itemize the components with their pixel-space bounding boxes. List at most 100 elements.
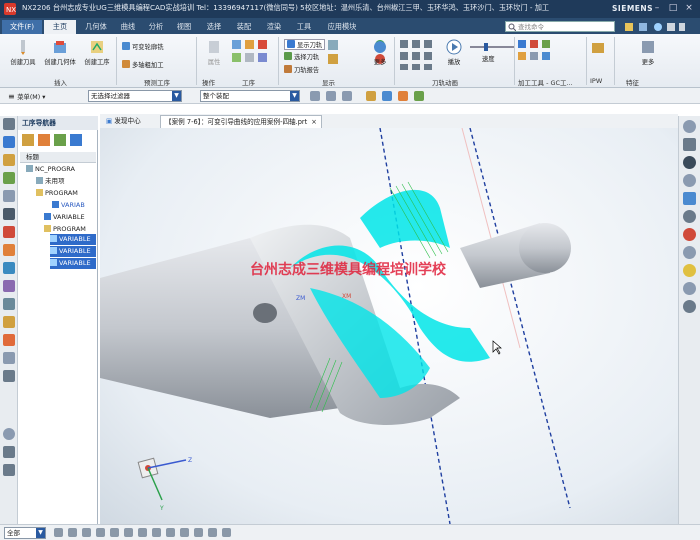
- tab-render[interactable]: 渲染: [260, 20, 288, 34]
- status-tool-icon[interactable]: [208, 528, 217, 537]
- snap-icon[interactable]: [342, 91, 352, 101]
- resource-icon[interactable]: [3, 352, 15, 364]
- snap-icon[interactable]: [414, 91, 424, 101]
- status-tool-icon[interactable]: [68, 528, 77, 537]
- resource-icon[interactable]: [3, 154, 15, 166]
- resource-icon[interactable]: [3, 190, 15, 202]
- resource-icon[interactable]: [3, 208, 15, 220]
- selection-scope-dropdown[interactable]: 全部 ▼: [4, 527, 46, 539]
- status-tool-icon[interactable]: [96, 528, 105, 537]
- resource-icon[interactable]: [3, 370, 15, 382]
- menu-button[interactable]: ≡ 菜单(M) ▾: [8, 92, 45, 101]
- view-tool-icon[interactable]: [683, 246, 696, 259]
- view-tool-icon[interactable]: [683, 300, 696, 313]
- select-toolpath-button[interactable]: 选择刀轨: [284, 52, 319, 61]
- tree-item-selected[interactable]: VARIABLE: [50, 258, 96, 269]
- close-tab-icon[interactable]: ×: [311, 118, 317, 126]
- toolpath-report-button[interactable]: 刀轨报告: [284, 65, 319, 74]
- resource-icon[interactable]: [3, 262, 15, 274]
- tab-curve[interactable]: 曲线: [114, 20, 142, 34]
- operation-icons[interactable]: [232, 40, 272, 72]
- resource-icon[interactable]: [3, 316, 15, 328]
- selection-filter-dropdown[interactable]: 无选择过滤器 ▼: [88, 90, 182, 102]
- status-tool-icon[interactable]: [54, 528, 63, 537]
- tab-part-file[interactable]: 【案例 7-6】：可变引导曲线的应用案例-四轴.prt ×: [160, 115, 322, 128]
- animation-controls[interactable]: [400, 40, 444, 70]
- tab-analysis[interactable]: 分析: [142, 20, 170, 34]
- resource-icon[interactable]: [3, 334, 15, 346]
- play-button[interactable]: 播放: [444, 39, 464, 66]
- resource-icon[interactable]: [3, 118, 15, 130]
- view-tool-icon[interactable]: [683, 210, 696, 223]
- status-tool-icon[interactable]: [180, 528, 189, 537]
- resource-icon[interactable]: [3, 298, 15, 310]
- tree-item-selected[interactable]: VARIABLE: [50, 246, 96, 257]
- speed-slider[interactable]: [470, 43, 514, 51]
- view-triad[interactable]: Z Y: [137, 457, 192, 512]
- command-search-input[interactable]: 查找命令: [505, 21, 615, 32]
- status-tool-icon[interactable]: [222, 528, 231, 537]
- resource-icon[interactable]: [3, 136, 15, 148]
- status-tool-icon[interactable]: [124, 528, 133, 537]
- multi-axis-rough-button[interactable]: 多轴粗加工: [122, 60, 163, 69]
- view-tool-icon[interactable]: [683, 282, 696, 295]
- tab-assembly[interactable]: 装配: [230, 20, 258, 34]
- tab-home[interactable]: 主页: [44, 20, 76, 34]
- close-icon[interactable]: ×: [682, 2, 696, 15]
- more-feature-button[interactable]: 更多: [638, 39, 658, 66]
- variable-contour-button[interactable]: 可变轮廓铣: [122, 42, 163, 51]
- maximize-icon[interactable]: □: [666, 2, 680, 15]
- resource-icon[interactable]: [3, 446, 15, 458]
- tab-geometry[interactable]: 几何体: [78, 20, 114, 34]
- status-tool-icon[interactable]: [194, 528, 203, 537]
- view-tool-icon[interactable]: [683, 192, 696, 205]
- status-tool-icon[interactable]: [152, 528, 161, 537]
- tree-item[interactable]: VARIABLE: [44, 212, 85, 223]
- history-icon[interactable]: [3, 428, 15, 440]
- tab-application[interactable]: 应用模块: [320, 20, 364, 34]
- ipw-button[interactable]: [590, 39, 604, 57]
- tab-file[interactable]: 文件(F): [2, 20, 42, 34]
- tab-discovery-center[interactable]: ▣ 发现中心: [102, 115, 145, 128]
- quick-icons[interactable]: [625, 22, 685, 32]
- view-tool-icon[interactable]: [683, 264, 696, 277]
- more-display-button[interactable]: 更多: [370, 39, 390, 66]
- minimize-icon[interactable]: –: [650, 2, 664, 15]
- tree-item[interactable]: 未用项: [36, 176, 65, 187]
- attribute-button[interactable]: 属性: [202, 39, 226, 66]
- tab-select[interactable]: 选择: [200, 20, 228, 34]
- show-toolpath-toggle[interactable]: 显示刀轨: [284, 39, 326, 50]
- status-tool-icon[interactable]: [82, 528, 91, 537]
- status-tool-icon[interactable]: [138, 528, 147, 537]
- snap-icon[interactable]: [382, 91, 392, 101]
- view-tool-icon[interactable]: [683, 228, 696, 241]
- tree-item[interactable]: NC_PROGRA: [26, 164, 75, 175]
- graphics-viewport[interactable]: ZM XM 台州志成三维模具编程培训学校 Z Y: [100, 128, 678, 524]
- scope-dropdown[interactable]: 整个装配 ▼: [200, 90, 300, 102]
- tab-tools[interactable]: 工具: [290, 20, 318, 34]
- tree-item[interactable]: VARIAB: [52, 200, 85, 211]
- tree-item-selected[interactable]: VARIABLE: [50, 234, 96, 245]
- resource-icon[interactable]: [3, 280, 15, 292]
- tree-item[interactable]: PROGRAM: [36, 188, 78, 199]
- view-tool-icon[interactable]: [683, 156, 696, 169]
- create-operation-button[interactable]: 创建工序: [82, 39, 112, 66]
- machining-tools-icons[interactable]: [518, 40, 570, 70]
- tab-view[interactable]: 视图: [170, 20, 198, 34]
- resource-icon[interactable]: [3, 244, 15, 256]
- status-tool-icon[interactable]: [110, 528, 119, 537]
- resource-icon[interactable]: [3, 464, 15, 476]
- create-geometry-button[interactable]: 创建几何体: [42, 39, 78, 66]
- resource-icon[interactable]: [3, 172, 15, 184]
- view-tool-icon[interactable]: [683, 174, 696, 187]
- snap-icon[interactable]: [310, 91, 320, 101]
- create-tool-button[interactable]: 创建刀具: [6, 39, 40, 66]
- navigator-view-icons[interactable]: [22, 134, 94, 148]
- resource-icon[interactable]: [3, 226, 15, 238]
- snap-icon[interactable]: [366, 91, 376, 101]
- snap-icon[interactable]: [326, 91, 336, 101]
- status-tool-icon[interactable]: [166, 528, 175, 537]
- snap-icon[interactable]: [398, 91, 408, 101]
- view-tool-icon[interactable]: [683, 120, 696, 133]
- fit-view-icon[interactable]: [683, 138, 696, 151]
